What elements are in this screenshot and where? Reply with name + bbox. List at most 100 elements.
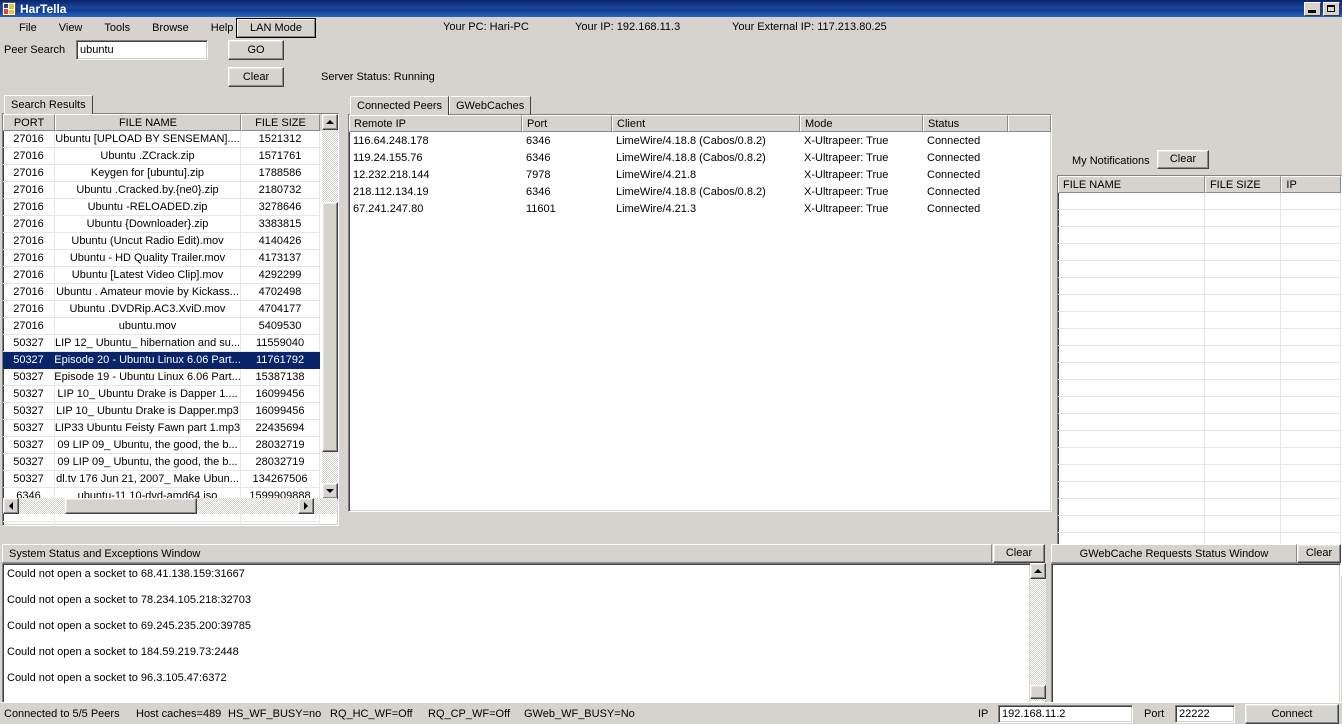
table-row[interactable]: 50327 LIP 10_ Ubuntu Drake is Dapper.mp3 1… <box>3 403 338 420</box>
cell-status: Connected <box>927 185 981 198</box>
system-log-vscroll-thumb[interactable] <box>1030 685 1046 699</box>
system-log-clear-button[interactable]: Clear <box>993 544 1045 563</box>
tab-connected-peers[interactable]: Connected Peers <box>350 96 449 115</box>
table-row[interactable]: 50327 Episode 19 - Ubuntu Linux 6.06 Part… <box>3 369 338 386</box>
table-row[interactable]: 27016 Ubuntu -RELOADED.zip 3278646 <box>3 199 338 216</box>
col-header-file-name[interactable]: FILE NAME <box>55 114 241 131</box>
cell-empty <box>1058 516 1205 533</box>
cell-client: LimeWire/4.18.8 (Cabos/0.8.2) <box>616 151 766 164</box>
search-results-vscroll-thumb[interactable] <box>322 202 338 452</box>
notifications-clear-button[interactable]: Clear <box>1157 150 1209 169</box>
peers-tabstrip: Connected Peers GWebCaches <box>350 96 532 115</box>
cell-size: 28032719 <box>241 454 320 471</box>
log-line: Could not open a socket to 96.3.105.47:6… <box>7 672 227 684</box>
go-label: GO <box>247 43 265 56</box>
col-header-notif-file-size[interactable]: FILE SIZE <box>1204 176 1282 193</box>
menu-item-browse[interactable]: Browse <box>141 20 200 36</box>
col-header-port[interactable]: PORT <box>3 114 55 131</box>
cell-size: 4173137 <box>241 250 320 267</box>
cell-remote_ip: 67.241.247.80 <box>353 202 424 215</box>
col-header-mode[interactable]: Mode <box>800 115 923 132</box>
lan-mode-button[interactable]: LAN Mode <box>236 18 316 38</box>
window-controls <box>1304 1 1340 16</box>
minimize-button[interactable] <box>1304 1 1321 16</box>
gweb-log-title: GWebCache Requests Status Window <box>1051 544 1297 563</box>
cell-size: 16099456 <box>241 403 320 420</box>
search-input[interactable] <box>76 40 208 60</box>
table-row-empty <box>1058 346 1341 363</box>
status-port-input[interactable] <box>1175 705 1235 723</box>
cell-name: LIP 12_ Ubuntu_ hibernation and su... <box>55 335 241 352</box>
table-row[interactable]: 27016 Ubuntu (Uncut Radio Edit).mov 414042… <box>3 233 338 250</box>
table-row[interactable]: 116.64.248.178 6346 LimeWire/4.18.8 (Cabos… <box>349 132 1051 149</box>
cell-port: 27016 <box>3 182 55 199</box>
col-header-notif-ip[interactable]: IP <box>1281 176 1341 193</box>
search-results-scroll-right-button[interactable] <box>298 498 314 514</box>
go-button[interactable]: GO <box>228 40 284 60</box>
table-row[interactable]: 27016 Ubuntu .Cracked.by.{ne0}.zip 2180732 <box>3 182 338 199</box>
table-row[interactable]: 50327 LIP 10_ Ubuntu Drake is Dapper 1...… <box>3 386 338 403</box>
cell-size: 4140426 <box>241 233 320 250</box>
table-row[interactable]: 50327 Episode 20 - Ubuntu Linux 6.06 Part… <box>3 352 338 369</box>
col-header-peer-port[interactable]: Port <box>522 115 612 132</box>
table-row[interactable]: 27016 ubuntu.mov 5409530 <box>3 318 338 335</box>
col-header-remote-ip[interactable]: Remote IP <box>349 115 522 132</box>
cell-port: 27016 <box>3 318 55 335</box>
cell-empty <box>1058 278 1205 295</box>
col-header-status[interactable]: Status <box>923 115 1008 132</box>
table-row[interactable]: 27016 Ubuntu .DVDRip.AC3.XviD.mov 4704177 <box>3 301 338 318</box>
cell-empty <box>1281 482 1341 499</box>
gweb-log-clear-button[interactable]: Clear <box>1297 544 1341 563</box>
cell-size: 28032719 <box>241 437 320 454</box>
table-row[interactable]: 27016 Ubuntu .ZCrack.zip 1571761 <box>3 148 338 165</box>
search-results-scroll-up-button[interactable] <box>322 114 338 130</box>
gweb-log-box[interactable] <box>1051 563 1341 717</box>
table-row[interactable]: 67.241.247.80 11601 LimeWire/4.21.3 X-Ultra… <box>349 200 1051 217</box>
cell-empty <box>1204 261 1282 278</box>
notifications-title: My Notifications <box>1072 155 1150 167</box>
cell-name: Ubuntu .ZCrack.zip <box>55 148 241 165</box>
col-header-notif-file-name[interactable]: FILE NAME <box>1058 176 1205 193</box>
table-row[interactable]: 27016 Ubuntu [UPLOAD BY SENSEMAN].... 1521… <box>3 131 338 148</box>
connected-peers-panel: Remote IP Port Client Mode Status 116.64… <box>348 114 1052 512</box>
status-ip-input[interactable] <box>998 705 1133 723</box>
menu-item-file[interactable]: File <box>8 20 48 36</box>
menu-item-tools[interactable]: Tools <box>93 20 141 36</box>
connect-button[interactable]: Connect <box>1245 704 1339 724</box>
table-row[interactable]: 50327 09 LIP 09_ Ubuntu, the good, the b.… <box>3 437 338 454</box>
notifications-rows[interactable] <box>1058 193 1341 576</box>
table-row[interactable]: 50327 09 LIP 09_ Ubuntu, the good, the b.… <box>3 454 338 471</box>
cell-port: 7978 <box>526 168 551 181</box>
col-header-file-size[interactable]: FILE SIZE <box>241 114 320 131</box>
table-row[interactable]: 119.24.155.76 6346 LimeWire/4.18.8 (Cabos/… <box>349 149 1051 166</box>
table-row[interactable]: 27016 Keygen for [ubuntu].zip 1788586 <box>3 165 338 182</box>
col-header-client[interactable]: Client <box>612 115 800 132</box>
search-results-hscroll-thumb[interactable] <box>65 498 197 514</box>
connected-peers-rows[interactable]: 116.64.248.178 6346 LimeWire/4.18.8 (Cabos… <box>349 132 1051 217</box>
search-results-rows[interactable]: 27016 Ubuntu [UPLOAD BY SENSEMAN].... 1521… <box>3 131 338 525</box>
cell-port: 50327 <box>3 420 55 437</box>
peer-search-label: Peer Search <box>4 44 66 56</box>
cell-empty <box>1204 499 1282 516</box>
system-log-scroll-up-button[interactable] <box>1030 563 1046 579</box>
table-row[interactable]: 218.112.134.19 6346 LimeWire/4.18.8 (Cabos… <box>349 183 1051 200</box>
table-row[interactable]: 12.232.218.144 7978 LimeWire/4.21.8 X-Ultra… <box>349 166 1051 183</box>
search-results-scroll-left-button[interactable] <box>3 498 19 514</box>
table-row[interactable]: 50327 LIP 12_ Ubuntu_ hibernation and su.… <box>3 335 338 352</box>
table-row[interactable]: 27016 Ubuntu {Downloader}.zip 3383815 <box>3 216 338 233</box>
cell-size: 4702498 <box>241 284 320 301</box>
search-results-scroll-down-button[interactable] <box>322 483 338 499</box>
tab-gwebcaches[interactable]: GWebCaches <box>449 96 532 115</box>
table-row[interactable]: 50327 dl.tv 176 Jun 21, 2007_ Make Ubun..… <box>3 471 338 488</box>
tab-search-results[interactable]: Search Results <box>4 95 93 114</box>
col-header-peers-blank[interactable] <box>1008 115 1051 132</box>
cell-size: 4292299 <box>241 267 320 284</box>
restore-button[interactable] <box>1323 1 1340 16</box>
cell-empty <box>1204 380 1282 397</box>
table-row[interactable]: 27016 Ubuntu [Latest Video Clip].mov 42922… <box>3 267 338 284</box>
table-row[interactable]: 50327 LIP33 Ubuntu Feisty Fawn part 1.mp3… <box>3 420 338 437</box>
table-row[interactable]: 27016 Ubuntu - HD Quality Trailer.mov 4173… <box>3 250 338 267</box>
table-row[interactable]: 27016 Ubuntu . Amateur movie by Kickass..… <box>3 284 338 301</box>
menu-item-view[interactable]: View <box>48 20 94 36</box>
system-log-box[interactable]: Could not open a socket to 68.41.138.159… <box>2 563 1031 717</box>
